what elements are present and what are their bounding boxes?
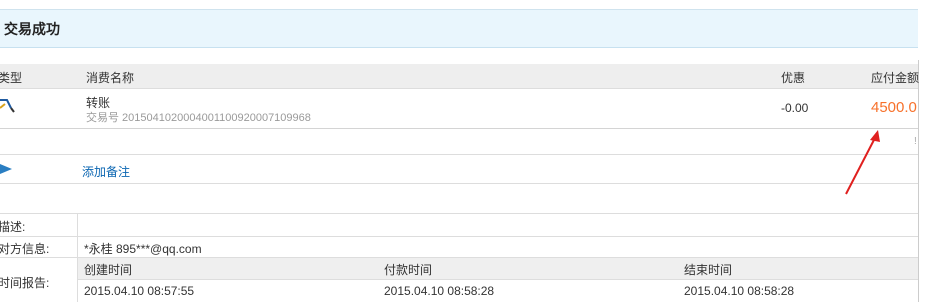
note-icon: [0, 164, 12, 174]
right-border: [918, 60, 919, 302]
row-divider: [78, 279, 918, 280]
header-name: 消费名称: [86, 71, 135, 85]
header-amount: 应付金额: [871, 71, 920, 85]
time-report-label: 时间报告:: [0, 276, 50, 290]
add-note-link[interactable]: 添加备注: [82, 163, 130, 180]
item-amount: 4500.0: [871, 99, 917, 116]
row-divider: [0, 213, 918, 214]
description-label: 描述:: [0, 220, 26, 234]
row-divider: [0, 183, 918, 184]
tiny-mark: !: [914, 136, 917, 147]
end-time-value: 2015.04.10 08:58:28: [684, 284, 795, 298]
created-time-header: 创建时间: [84, 263, 133, 277]
status-title: 交易成功: [4, 21, 60, 37]
header-discount: 优惠: [781, 71, 806, 85]
trade-number: 交易号 2015041020004001100920007109968: [86, 112, 311, 124]
transfer-icon: [0, 99, 15, 113]
row-divider: [0, 154, 918, 155]
end-time-header: 结束时间: [684, 263, 733, 277]
status-banner: [0, 10, 918, 48]
annotation-arrow-icon: [845, 130, 880, 195]
created-time-value: 2015.04.10 08:57:55: [84, 284, 195, 298]
row-divider: [0, 128, 918, 129]
item-discount: -0.00: [781, 101, 809, 115]
row-divider: [0, 236, 918, 237]
header-type: 类型: [0, 71, 23, 85]
counterparty-label: 对方信息:: [0, 242, 50, 256]
counterparty-value: *永桂 895***@qq.com: [84, 242, 202, 256]
time-table-header: [78, 258, 918, 279]
paid-time-value: 2015.04.10 08:58:28: [384, 284, 495, 298]
paid-time-header: 付款时间: [384, 263, 433, 277]
